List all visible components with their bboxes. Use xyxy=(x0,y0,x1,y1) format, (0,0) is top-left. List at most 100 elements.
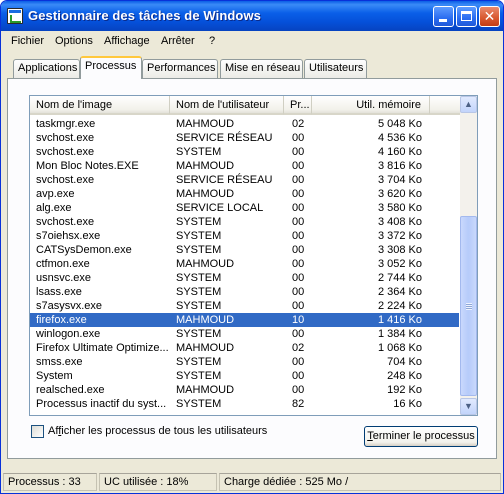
cell-image-name: svchost.exe xyxy=(36,146,95,158)
close-button[interactable]: ✕ xyxy=(479,6,500,27)
cell-memory: 3 052 Ko xyxy=(377,258,422,270)
cell-image-name: CATSysDemon.exe xyxy=(36,244,132,256)
cell-memory: 2 224 Ko xyxy=(377,300,422,312)
cell-user-name: SYSTEM xyxy=(176,272,222,284)
process-list[interactable]: Nom de l'image Nom de l'utilisateur Pr..… xyxy=(29,95,478,416)
table-row[interactable]: smss.exe SYSTEM 00 704 Ko xyxy=(30,355,459,369)
cell-user-name: SERVICE RÉSEAU xyxy=(176,174,273,186)
show-all-users-label[interactable]: Afficher les processus de tous les utili… xyxy=(48,425,267,438)
table-row[interactable]: firefox.exe MAHMOUD 10 1 416 Ko xyxy=(30,313,459,327)
scroll-up-button[interactable]: ▲ xyxy=(460,96,477,113)
cell-image-name: ctfmon.exe xyxy=(36,258,90,270)
cell-cpu: 00 xyxy=(292,146,305,158)
column-header-cpu[interactable]: Pr... xyxy=(284,96,312,115)
tab-utilisateurs[interactable]: Utilisateurs xyxy=(304,59,367,78)
table-row[interactable]: taskmgr.exe MAHMOUD 02 5 048 Ko xyxy=(30,117,459,131)
title-bar[interactable]: Gestionnaire des tâches de Windows ✕ xyxy=(1,1,503,31)
table-row[interactable]: Processus inactif du syst... SYSTEM 82 16 K… xyxy=(30,397,459,411)
table-row[interactable]: lsass.exe SYSTEM 00 2 364 Ko xyxy=(30,285,459,299)
cell-memory: 192 Ko xyxy=(387,384,422,396)
cell-image-name: svchost.exe xyxy=(36,132,95,144)
table-row[interactable]: System SYSTEM 00 248 Ko xyxy=(30,369,459,383)
cell-user-name: SYSTEM xyxy=(176,286,222,298)
column-header-memory[interactable]: Util. mémoire xyxy=(312,96,430,115)
vertical-scrollbar[interactable]: ▲ ▼ xyxy=(460,96,477,415)
table-row[interactable]: svchost.exe SERVICE RÉSEAU 00 3 704 Ko xyxy=(30,173,459,187)
table-row[interactable]: svchost.exe SYSTEM 00 3 408 Ko xyxy=(30,215,459,229)
cell-cpu: 02 xyxy=(292,118,305,130)
cell-image-name: alg.exe xyxy=(36,202,72,214)
cell-image-name: taskmgr.exe xyxy=(36,118,96,130)
cell-user-name: MAHMOUD xyxy=(176,384,235,396)
cell-image-name: Processus inactif du syst... xyxy=(36,398,167,410)
cell-user-name: SYSTEM xyxy=(176,230,222,242)
cell-user-name: SERVICE RÉSEAU xyxy=(176,132,273,144)
menu-help[interactable]: ? xyxy=(209,35,215,47)
scroll-down-button[interactable]: ▼ xyxy=(460,398,477,415)
cell-memory: 4 160 Ko xyxy=(377,146,422,158)
table-row[interactable]: CATSysDemon.exe SYSTEM 00 3 308 Ko xyxy=(30,243,459,257)
cell-cpu: 00 xyxy=(292,132,305,144)
table-row[interactable]: ctfmon.exe MAHMOUD 00 3 052 Ko xyxy=(30,257,459,271)
cell-user-name: SYSTEM xyxy=(176,398,222,410)
grip-icon xyxy=(466,303,472,310)
table-row[interactable]: Mon Bloc Notes.EXE MAHMOUD 00 3 816 Ko xyxy=(30,159,459,173)
cell-user-name: SYSTEM xyxy=(176,146,222,158)
end-process-button[interactable]: Terminer le processus xyxy=(364,426,478,447)
column-header-filler xyxy=(430,96,460,115)
cell-memory: 3 372 Ko xyxy=(377,230,422,242)
cell-image-name: winlogon.exe xyxy=(36,328,101,340)
menu-affichage[interactable]: Affichage xyxy=(104,35,150,47)
cell-memory: 1 068 Ko xyxy=(377,342,422,354)
table-row[interactable]: svchost.exe SERVICE RÉSEAU 00 4 536 Ko xyxy=(30,131,459,145)
cell-cpu: 00 xyxy=(292,244,305,256)
menu-options[interactable]: Options xyxy=(55,35,93,47)
menu-fichier[interactable]: Fichier xyxy=(11,35,44,47)
table-row[interactable]: Firefox Ultimate Optimize... MAHMOUD 02 1 0… xyxy=(30,341,459,355)
column-header-user-name[interactable]: Nom de l'utilisateur xyxy=(170,96,284,115)
tab-applications[interactable]: Applications xyxy=(13,59,80,78)
cell-image-name: Mon Bloc Notes.EXE xyxy=(36,160,139,172)
column-header-image-name[interactable]: Nom de l'image xyxy=(30,96,170,115)
show-all-users-checkbox[interactable] xyxy=(31,425,44,438)
cell-image-name: avp.exe xyxy=(36,188,75,200)
cell-user-name: MAHMOUD xyxy=(176,188,235,200)
close-icon: ✕ xyxy=(483,8,496,24)
cell-user-name: SYSTEM xyxy=(176,328,222,340)
cell-user-name: MAHMOUD xyxy=(176,342,235,354)
table-row[interactable]: alg.exe SERVICE LOCAL 00 3 580 Ko xyxy=(30,201,459,215)
table-row[interactable]: usnsvc.exe SYSTEM 00 2 744 Ko xyxy=(30,271,459,285)
cell-cpu: 00 xyxy=(292,160,305,172)
cell-cpu: 00 xyxy=(292,286,305,298)
tab-mise-en-reseau[interactable]: Mise en réseau xyxy=(220,59,303,78)
table-row[interactable]: winlogon.exe SYSTEM 00 1 384 Ko xyxy=(30,327,459,341)
maximize-button[interactable] xyxy=(456,6,477,27)
cell-cpu: 00 xyxy=(292,230,305,242)
table-row[interactable]: svchost.exe SYSTEM 00 4 160 Ko xyxy=(30,145,459,159)
cell-cpu: 00 xyxy=(292,272,305,284)
scrollbar-thumb[interactable] xyxy=(460,216,477,396)
cell-user-name: MAHMOUD xyxy=(176,258,235,270)
cell-user-name: SYSTEM xyxy=(176,216,222,228)
cell-image-name: System xyxy=(36,370,73,382)
menu-bar: Fichier Options Affichage Arrêter ? xyxy=(2,32,502,51)
cell-cpu: 02 xyxy=(292,342,305,354)
status-bar: Processus : 33 UC utilisée : 18% Charge … xyxy=(1,471,503,493)
table-row[interactable]: s7oiehsx.exe SYSTEM 00 3 372 Ko xyxy=(30,229,459,243)
cell-cpu: 82 xyxy=(292,398,305,410)
cell-image-name: lsass.exe xyxy=(36,286,82,298)
chevron-down-icon: ▼ xyxy=(464,401,473,411)
table-row[interactable]: realsched.exe MAHMOUD 00 192 Ko xyxy=(30,383,459,397)
cell-memory: 3 308 Ko xyxy=(377,244,422,256)
cell-memory: 704 Ko xyxy=(387,356,422,368)
table-row[interactable]: avp.exe MAHMOUD 00 3 620 Ko xyxy=(30,187,459,201)
cell-memory: 2 364 Ko xyxy=(377,286,422,298)
tab-performances[interactable]: Performances xyxy=(142,59,218,78)
task-manager-app-icon[interactable] xyxy=(7,8,23,24)
menu-arreter[interactable]: Arrêter xyxy=(161,35,195,47)
table-row[interactable]: s7asysvx.exe SYSTEM 00 2 224 Ko xyxy=(30,299,459,313)
minimize-button[interactable] xyxy=(433,6,454,27)
status-cpu-usage: UC utilisée : 18% xyxy=(99,473,217,491)
cell-user-name: SYSTEM xyxy=(176,370,222,382)
tab-processus[interactable]: Processus xyxy=(80,56,142,79)
